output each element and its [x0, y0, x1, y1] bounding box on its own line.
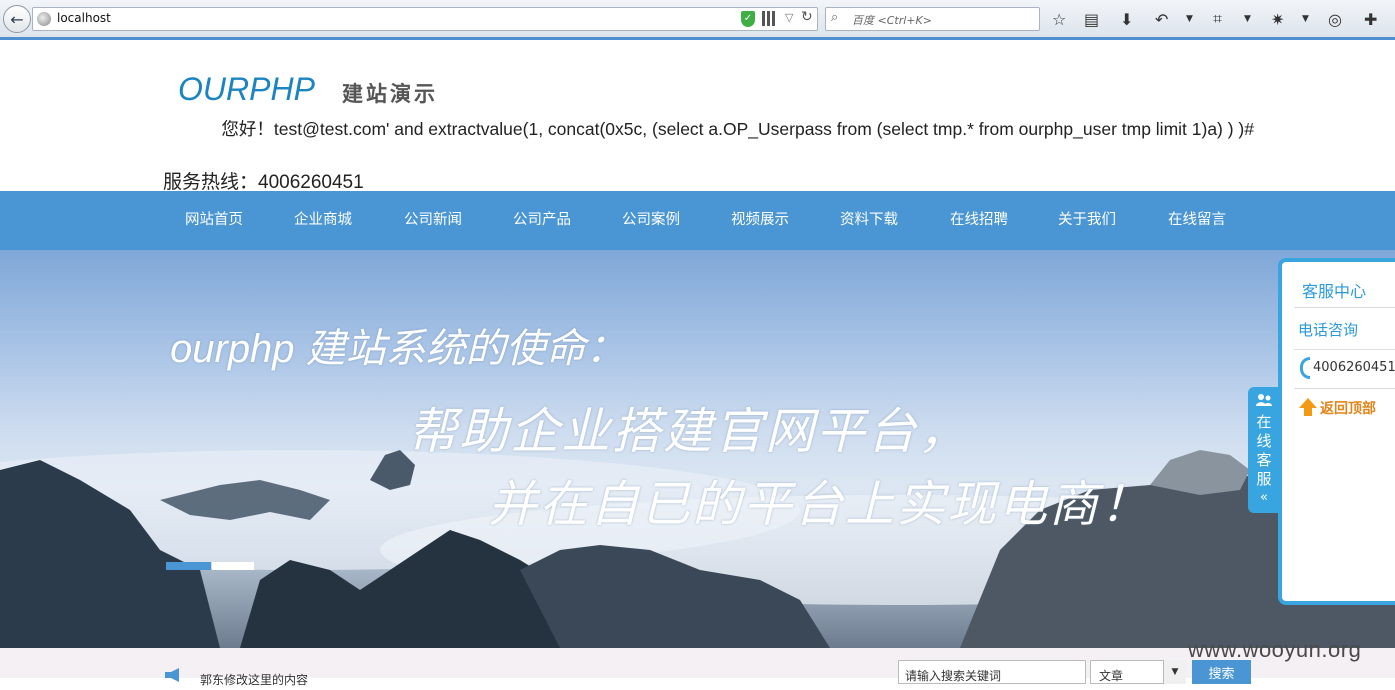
- watermark: www.wooyun.org: [1188, 637, 1362, 662]
- undo-dropdown-icon[interactable]: ▼: [1186, 8, 1193, 30]
- download-icon[interactable]: ⬇: [1120, 8, 1133, 30]
- hero-banner[interactable]: ourphp 建站系统的使命： 帮助企业搭建官网平台， 并在自已的平台上实现电商…: [0, 250, 1395, 648]
- nav-item-jobs[interactable]: 在线招聘: [950, 191, 1008, 250]
- url-text: localhost: [57, 11, 111, 25]
- web-page: OURPHP 建站演示 您好！test@test.com' and extrac…: [0, 43, 1395, 687]
- puzzle-icon[interactable]: ✚: [1364, 8, 1377, 30]
- user-greeting: 您好！test@test.com' and extractvalue(1, co…: [221, 119, 1254, 139]
- nav-item-videos[interactable]: 视频展示: [731, 191, 789, 250]
- back-arrow-icon: ←: [10, 9, 24, 29]
- main-nav: 网站首页 企业商城 公司新闻 公司产品 公司案例 视频展示 资料下载 在线招聘 …: [0, 191, 1395, 250]
- undo-icon[interactable]: ↶: [1155, 8, 1168, 30]
- address-bar[interactable]: localhost ✓ ▽ ↻: [32, 7, 818, 31]
- crop-icon[interactable]: ⌗: [1213, 8, 1222, 30]
- chevron-down-icon[interactable]: ▽: [785, 11, 793, 24]
- nav-item-message[interactable]: 在线留言: [1168, 191, 1226, 250]
- reader-list-icon[interactable]: ▤: [1084, 8, 1099, 30]
- arrow-up-icon-stem: [1304, 407, 1312, 416]
- divider: [1294, 307, 1395, 308]
- notice-text: 郭东修改这里的内容: [200, 673, 309, 687]
- nav-item-news[interactable]: 公司新闻: [404, 191, 462, 250]
- extension-dropdown-icon[interactable]: ▼: [1302, 8, 1309, 30]
- back-button[interactable]: ←: [3, 5, 31, 33]
- banner-slogan-line2: 帮助企业搭建官网平台，: [408, 405, 970, 459]
- browser-toolbar: ← localhost ✓ ▽ ↻ ⌕ 百度 <Ctrl+K> ☆ ▤ ⬇ ↶ …: [0, 0, 1395, 40]
- phone-icon: [1300, 357, 1310, 379]
- reload-icon[interactable]: ↻: [801, 9, 813, 25]
- qr-code-icon[interactable]: [762, 11, 777, 26]
- nav-item-about[interactable]: 关于我们: [1058, 191, 1116, 250]
- shield-icon[interactable]: ✓: [741, 11, 755, 27]
- nav-item-home[interactable]: 网站首页: [185, 191, 243, 250]
- crop-dropdown-icon[interactable]: ▼: [1244, 8, 1251, 30]
- site-logo[interactable]: OURPHP: [178, 71, 315, 108]
- slide-indicator-active[interactable]: [166, 562, 211, 570]
- chevron-down-icon[interactable]: ▼: [1163, 660, 1186, 684]
- search-icon: ⌕: [831, 10, 839, 25]
- search-button[interactable]: 搜索: [1192, 660, 1251, 684]
- back-to-top-button[interactable]: 返回顶部: [1320, 398, 1376, 418]
- globe-icon: [37, 12, 51, 26]
- speaker-icon: [165, 668, 179, 682]
- online-service-label: 在线客服: [1256, 413, 1272, 488]
- nav-item-downloads[interactable]: 资料下载: [840, 191, 898, 250]
- phone-consult-heading: 电话咨询: [1298, 321, 1359, 339]
- notice-bar: 郭东修改这里的内容 请输入搜索关键词 文章 ▼ 搜索: [0, 648, 1395, 687]
- hotline: 服务热线：4006260451: [163, 172, 364, 193]
- nav-item-cases[interactable]: 公司案例: [622, 191, 680, 250]
- slide-indicator[interactable]: [212, 562, 254, 570]
- site-logo-subtitle: 建站演示: [342, 81, 438, 106]
- browser-search-box[interactable]: ⌕ 百度 <Ctrl+K>: [825, 7, 1040, 31]
- banner-slogan-line1: ourphp 建站系统的使命：: [170, 327, 626, 371]
- bookmark-star-icon[interactable]: ☆: [1052, 8, 1066, 30]
- banner-slogan-line3: 并在自已的平台上实现电商！: [488, 478, 1152, 532]
- browser-search-placeholder: 百度 <Ctrl+K>: [852, 14, 932, 27]
- divider: [1294, 349, 1395, 350]
- users-icon: [1256, 394, 1272, 406]
- site-search-input[interactable]: 请输入搜索关键词: [898, 660, 1086, 684]
- online-service-tab[interactable]: 在线客服 «: [1248, 387, 1279, 513]
- mask-icon[interactable]: ◎: [1328, 8, 1342, 30]
- divider: [1294, 388, 1395, 389]
- phone-number: 4006260451: [1313, 360, 1395, 375]
- nav-item-shop[interactable]: 企业商城: [294, 191, 352, 250]
- collapse-arrow-icon: «: [1260, 490, 1268, 505]
- service-panel-title: 客服中心: [1302, 282, 1367, 301]
- service-panel: 客服中心 电话咨询 4006260451 返回顶部: [1278, 258, 1395, 605]
- nav-item-products[interactable]: 公司产品: [513, 191, 571, 250]
- extension-icon[interactable]: ✷: [1271, 8, 1284, 30]
